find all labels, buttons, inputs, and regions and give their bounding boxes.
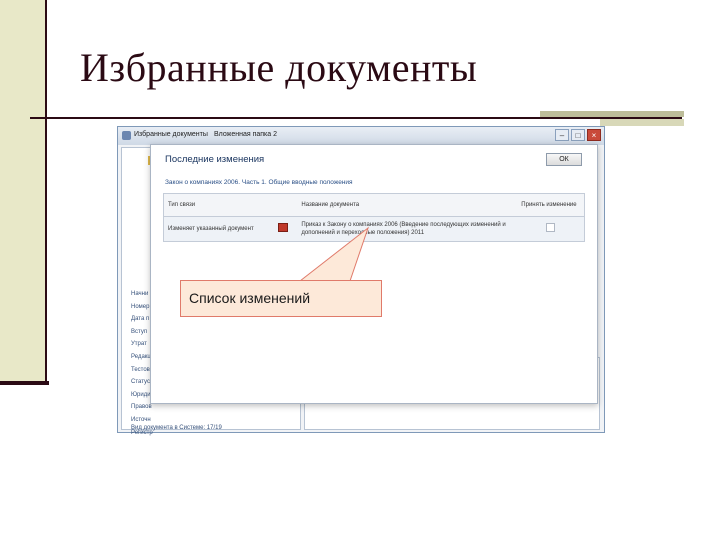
close-button[interactable]: × xyxy=(587,129,601,141)
dialog-title: Последние изменения xyxy=(165,154,265,165)
cell-accept xyxy=(517,216,585,242)
maximize-button[interactable]: □ xyxy=(571,129,585,141)
cell-link-type: Изменяет указанный документ xyxy=(163,216,274,242)
tab-nested-folder[interactable]: Вложенная папка 2 xyxy=(214,131,277,138)
tab-favorites[interactable]: Избранные документы xyxy=(134,131,208,138)
title-underline xyxy=(30,117,682,119)
column-header-link-type: Тип связи xyxy=(163,193,274,217)
accept-change-checkbox[interactable] xyxy=(546,223,556,232)
callout-label: Список изменений xyxy=(189,290,311,306)
app-icon xyxy=(122,131,131,140)
column-header-icon xyxy=(273,193,298,217)
cell-doc-icon xyxy=(273,216,298,242)
slide-decor-under xyxy=(600,119,684,126)
changes-table: Тип связи Название документа Принять изм… xyxy=(163,193,585,242)
column-header-accept: Принять изменение xyxy=(517,193,585,217)
dialog-document-link[interactable]: Закон о компаниях 2006. Часть 1. Общие в… xyxy=(165,179,353,186)
table-header-row: Тип связи Название документа Принять изм… xyxy=(163,193,585,217)
minimize-button[interactable]: – xyxy=(555,129,569,141)
slide-decor-top xyxy=(540,111,684,117)
table-row[interactable]: Изменяет указанный документ Приказ к Зак… xyxy=(163,216,585,242)
slide-left-bar xyxy=(0,0,47,383)
column-header-doc-name: Название документа xyxy=(297,193,518,217)
recent-changes-dialog: Последние изменения ОК Закон о компаниях… xyxy=(150,144,598,404)
slide-title: Избранные документы xyxy=(80,45,478,90)
sidebar-footer-doc-type: Вид документа в Системе: 17/19 xyxy=(131,425,222,431)
ok-button[interactable]: ОК xyxy=(546,153,582,166)
cell-doc-name[interactable]: Приказ к Закону о компаниях 2006 (Введен… xyxy=(297,216,518,242)
window-titlebar: Избранные документы Вложенная папка 2 – … xyxy=(118,127,604,145)
window-controls: – □ × xyxy=(555,129,601,141)
callout-box: Список изменений xyxy=(180,280,382,317)
document-icon[interactable] xyxy=(277,223,288,232)
slide-left-bar-accent xyxy=(0,381,49,385)
